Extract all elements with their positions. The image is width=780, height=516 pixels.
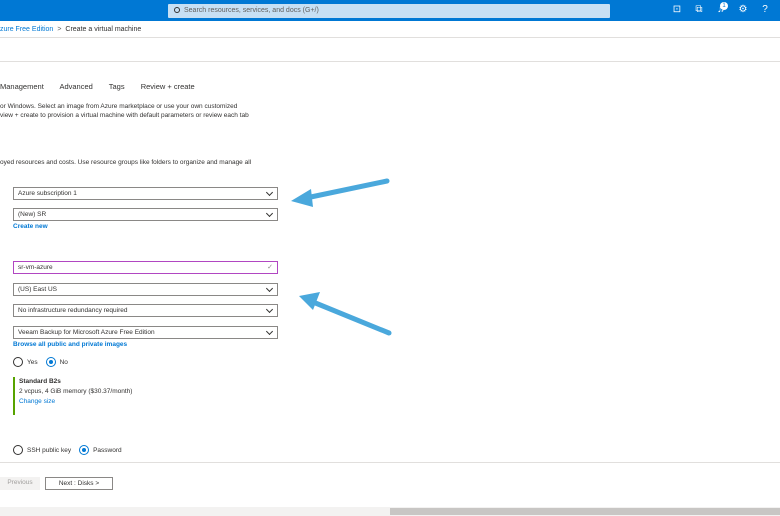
arrow-to-subscription-icon [291,178,390,207]
annotation-arrows [291,178,392,336]
arrow-to-region-icon [299,292,392,336]
